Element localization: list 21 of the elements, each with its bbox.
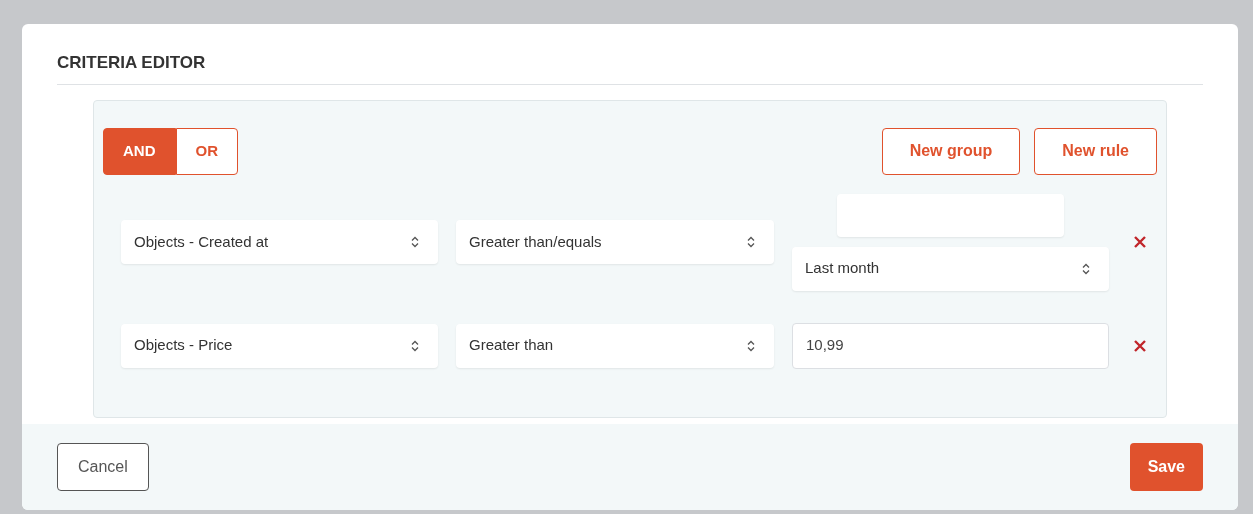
- add-button[interactable]: New group: [881, 127, 1021, 175]
- field-select[interactable]: Objects - Price: [121, 323, 438, 368]
- delete-icon[interactable]: [1133, 338, 1147, 353]
- sort-caret-icon: [747, 339, 755, 352]
- operator-select[interactable]: Greater than/equals: [456, 220, 774, 264]
- conjunction-toggle[interactable]: OR: [175, 127, 238, 175]
- operator-select[interactable]: Greater than: [456, 323, 774, 368]
- add-button[interactable]: New rule: [1034, 127, 1157, 175]
- save-button[interactable]: Save: [1129, 443, 1203, 491]
- sort-caret-icon: [411, 236, 419, 248]
- sort-caret-icon: [411, 339, 419, 352]
- sort-caret-icon: [1082, 262, 1090, 275]
- sort-caret-icon: [747, 236, 755, 248]
- conjunction-toggle[interactable]: AND: [103, 127, 176, 175]
- period-select[interactable]: Last month: [792, 246, 1109, 291]
- dialog-title: CRITERIA EDITOR: [57, 50, 1203, 85]
- field-select[interactable]: Objects - Created at: [121, 220, 438, 264]
- cancel-button[interactable]: Cancel: [57, 443, 149, 491]
- input-field[interactable]: [837, 193, 1064, 237]
- delete-icon[interactable]: [1133, 235, 1147, 249]
- input-field[interactable]: 10,99: [792, 322, 1109, 369]
